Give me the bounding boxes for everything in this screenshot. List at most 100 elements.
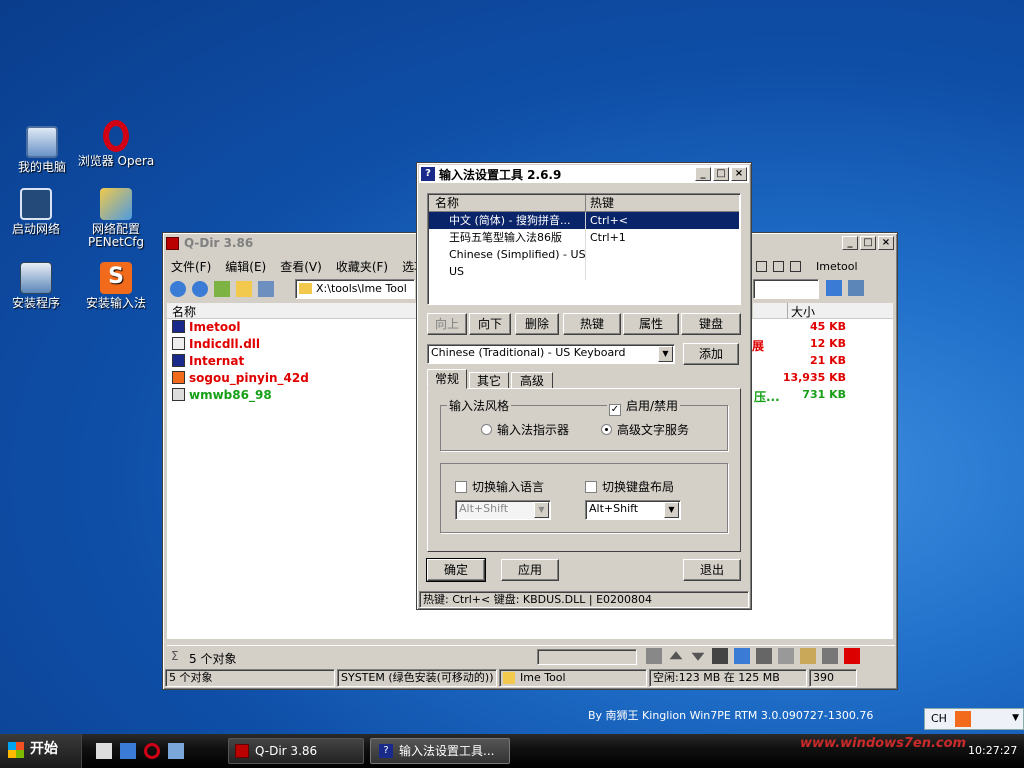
ime-title: 输入法设置工具 2.6.9 <box>439 167 562 182</box>
minimize-button[interactable]: _ <box>842 236 858 250</box>
minimize-button[interactable]: _ <box>695 167 711 181</box>
desktop-icon-network-config[interactable]: 网络配置 PENetCfg <box>74 188 158 249</box>
up-folder-icon[interactable] <box>214 281 230 297</box>
ime-list-row[interactable]: Chinese (Simplified) - US... <box>429 246 739 263</box>
column-name[interactable]: 名称 <box>435 195 459 211</box>
red-square-icon[interactable] <box>844 648 860 664</box>
task-qdir[interactable]: Q-Dir 3.86 <box>228 738 364 764</box>
monitor-icon[interactable] <box>826 280 842 296</box>
view-mode-icon[interactable] <box>258 281 274 297</box>
keyboard-layout-select[interactable]: Chinese (Traditional) - US Keyboard ▼ <box>427 344 675 364</box>
file-name: Imetool <box>189 319 241 334</box>
opera-icon[interactable] <box>144 743 160 759</box>
layout-icon[interactable] <box>756 260 767 272</box>
ime-titlebar[interactable]: ? 输入法设置工具 2.6.9 _ □ × <box>419 165 749 183</box>
keyboard-layout-value: Chinese (Traditional) - US Keyboard <box>431 346 626 359</box>
file-size: 13,935 KB <box>782 371 846 384</box>
display-icon[interactable] <box>168 743 184 759</box>
back-icon[interactable] <box>170 281 186 297</box>
start-button[interactable]: 开始 <box>0 734 82 768</box>
menu-edit[interactable]: 编辑(E) <box>225 258 266 275</box>
notepad-icon[interactable] <box>96 743 112 759</box>
arrow-up-icon[interactable] <box>669 651 683 660</box>
ime-list-row[interactable]: US <box>429 263 739 280</box>
maximize-button[interactable]: □ <box>713 167 729 181</box>
chevron-down-icon: ▼ <box>658 346 673 362</box>
qdir-title: Q-Dir 3.86 <box>184 236 254 250</box>
desktop-icon-opera[interactable]: 浏览器 Opera <box>74 120 158 168</box>
refresh-icon[interactable] <box>734 648 750 664</box>
switch-kbd-checkbox[interactable]: 切换键盘布局 <box>585 478 674 495</box>
file-row[interactable]: Indicdll.dll <box>172 335 260 352</box>
font-icon[interactable] <box>120 743 136 759</box>
column-hotkey[interactable]: 热键 <box>585 195 614 212</box>
right-column-header[interactable]: 大小 <box>753 303 893 320</box>
menu-favorites[interactable]: 收藏夹(F) <box>336 258 388 275</box>
close-button[interactable]: × <box>878 236 894 250</box>
switch-lang-checkbox[interactable]: 切换输入语言 <box>455 478 544 495</box>
lightning-icon[interactable] <box>712 648 728 664</box>
file-row[interactable]: Imetool <box>172 318 240 335</box>
properties-button[interactable]: 属性 <box>623 313 679 335</box>
desktop-icon-install-ime[interactable]: S 安装输入法 <box>74 262 158 310</box>
ime-list-row[interactable]: 王码五笔型输入法86版 Ctrl+1 <box>429 229 739 246</box>
checkbox-checked-icon: ✓ <box>609 404 621 416</box>
clock[interactable]: 10:27:27 <box>968 744 1017 757</box>
menu-file[interactable]: 文件(F) <box>171 258 211 275</box>
maximize-button[interactable]: □ <box>860 236 876 250</box>
hotkey-button[interactable]: 热键 <box>563 313 621 335</box>
quick-filter-input[interactable] <box>537 649 637 665</box>
tools-icon[interactable] <box>646 648 662 664</box>
move-up-button[interactable]: 向上 <box>427 313 467 335</box>
desktop-icon-my-computer[interactable]: 我的电脑 <box>0 126 84 174</box>
move-down-button[interactable]: 向下 <box>469 313 511 335</box>
apply-button[interactable]: 应用 <box>501 559 559 581</box>
qdir-right-path-combo[interactable] <box>753 279 819 299</box>
cut-icon[interactable] <box>756 648 772 664</box>
desktop-icon-sublabel: PENetCfg <box>87 235 145 249</box>
exit-button[interactable]: 退出 <box>683 559 741 581</box>
radio-advanced[interactable]: 高级文字服务 <box>601 421 689 438</box>
tab-general[interactable]: 常规 <box>427 369 467 389</box>
copy-icon[interactable] <box>778 648 794 664</box>
file-row[interactable]: wmwb86_98 <box>172 386 272 403</box>
layout-icon[interactable] <box>773 260 784 272</box>
desktop-icon-installer[interactable]: 安装程序 <box>0 262 78 310</box>
ok-button[interactable]: 确定 <box>426 558 486 582</box>
edit-icon[interactable] <box>822 648 838 664</box>
ime-hotkey: Ctrl+< <box>585 212 628 229</box>
delete-button[interactable]: 删除 <box>515 313 559 335</box>
ime-list-row-selected[interactable]: 中文 (简体) - 搜狗拼音... Ctrl+< <box>429 212 739 229</box>
object-count[interactable]: 5 个对象 <box>189 650 236 667</box>
opera-icon <box>103 120 129 152</box>
imetool-label[interactable]: Imetool <box>816 260 858 273</box>
radio-selected-icon <box>601 424 612 435</box>
folder-icon[interactable] <box>236 281 252 297</box>
desktop-icon-label: 安装程序 <box>11 296 60 310</box>
sogou-icon[interactable] <box>955 711 971 727</box>
menu-view[interactable]: 查看(V) <box>280 258 322 275</box>
ime-list[interactable]: 名称 热键 中文 (简体) - 搜狗拼音... Ctrl+< 王码五笔型输入法8… <box>427 193 741 305</box>
keyboard-button[interactable]: 键盘 <box>681 313 741 335</box>
switch-lang-hotkey-select[interactable]: Alt+Shift ▼ <box>455 500 551 520</box>
qdir-path-box[interactable]: X:\tools\Ime Tool <box>295 279 415 299</box>
paste-icon[interactable] <box>800 648 816 664</box>
arrow-down-icon[interactable] <box>691 652 705 661</box>
close-button[interactable]: × <box>731 167 747 181</box>
left-column-header[interactable]: 名称 <box>167 303 417 319</box>
forward-icon[interactable] <box>192 281 208 297</box>
lang-indicator[interactable]: CH <box>931 712 947 725</box>
desktop-icon-start-network[interactable]: 启动网络 <box>0 188 78 236</box>
file-row[interactable]: sogou_pinyin_42d <box>172 369 309 386</box>
radio-indicator[interactable]: 输入法指示器 <box>481 421 569 438</box>
add-button[interactable]: 添加 <box>683 343 739 365</box>
chevron-down-icon[interactable]: ▼ <box>1012 713 1019 723</box>
file-row[interactable]: Internat <box>172 352 244 369</box>
tab-other[interactable]: 其它 <box>469 372 509 389</box>
enable-checkbox[interactable]: ✓ 启用/禁用 <box>607 397 681 416</box>
switch-kbd-hotkey-select[interactable]: Alt+Shift ▼ <box>585 500 681 520</box>
layout-icon[interactable] <box>790 260 801 272</box>
network-icon[interactable] <box>848 280 864 296</box>
task-ime[interactable]: ? 输入法设置工具... <box>370 738 510 764</box>
tab-advanced[interactable]: 高级 <box>511 372 553 389</box>
